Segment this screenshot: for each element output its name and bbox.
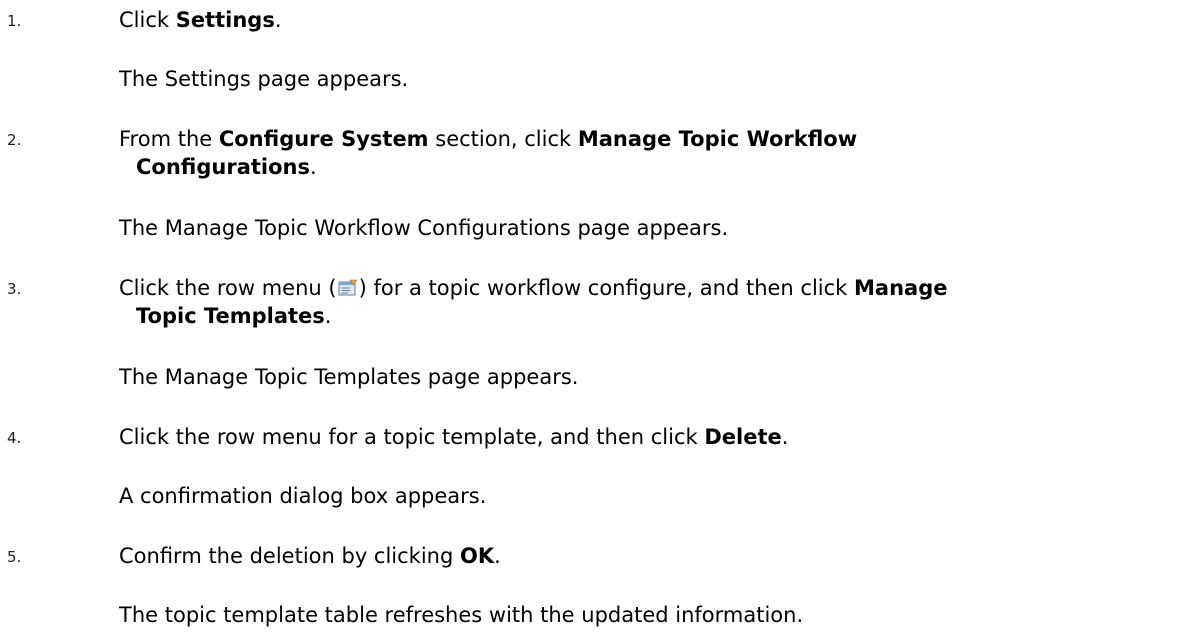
row-menu-icon <box>338 279 358 296</box>
step-number: 4. <box>7 429 22 447</box>
ui-term-topic-templates: Topic Templates <box>136 304 325 328</box>
procedure-document: 1. Click Settings. The Settings page app… <box>0 0 1191 643</box>
ui-term-configurations: Configurations <box>136 155 310 179</box>
step-result: A confirmation dialog box appears. <box>119 484 487 508</box>
ui-term-delete: Delete <box>704 425 782 449</box>
step-number: 3. <box>7 280 22 298</box>
step-instruction: From the Configure System section, click… <box>119 127 858 179</box>
step-instruction: Click the row menu for a topic template,… <box>119 425 789 449</box>
step-instruction: Click Settings. <box>119 8 282 32</box>
ui-term-ok: OK <box>460 544 495 568</box>
step-result: The Settings page appears. <box>119 67 409 91</box>
step-instruction: Click the row menu () for a topic workfl… <box>119 276 948 328</box>
step-number: 2. <box>7 131 22 149</box>
ui-term-manage-topic-workflow: Manage Topic Workflow <box>577 127 858 151</box>
step-result: The Manage Topic Templates page appears. <box>119 365 579 389</box>
ui-term-configure-system: Configure System <box>218 127 429 151</box>
step-result: The topic template table refreshes with … <box>119 603 804 627</box>
step-result: The Manage Topic Workflow Configurations… <box>119 216 729 240</box>
step-number: 5. <box>7 548 22 566</box>
ui-term-manage: Manage <box>854 276 948 300</box>
step-instruction: Confirm the deletion by clicking OK. <box>119 544 501 568</box>
ui-term-settings: Settings <box>175 8 275 32</box>
step-number: 1. <box>7 12 22 30</box>
